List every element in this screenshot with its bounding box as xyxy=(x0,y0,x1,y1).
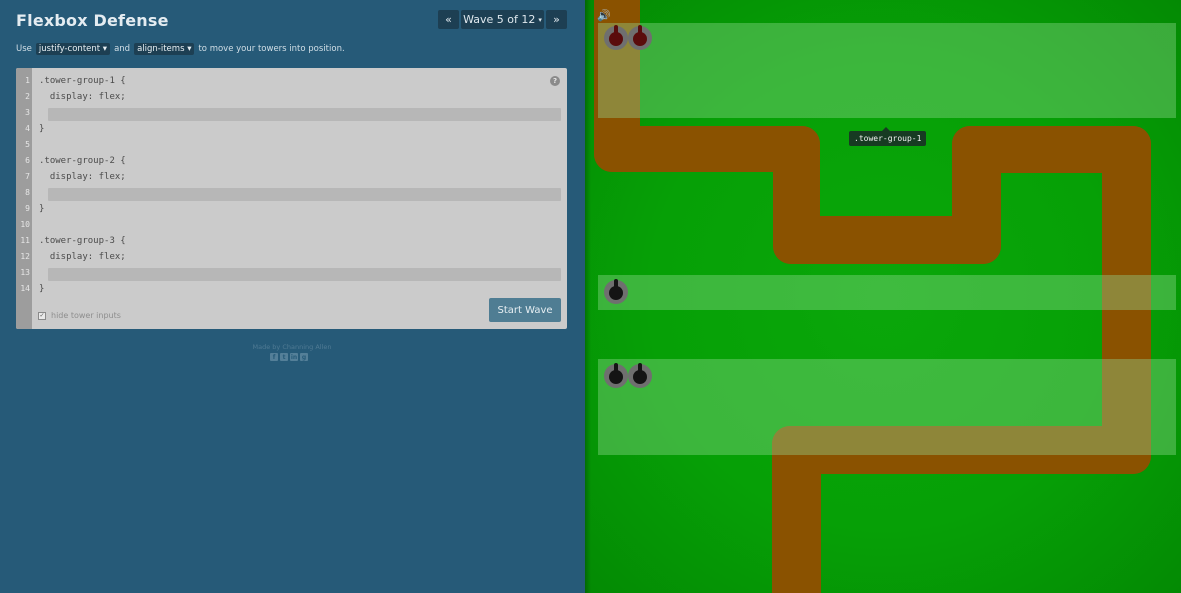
instructions-prefix: Use xyxy=(16,44,32,54)
wave-navigation: « Wave 5 of 12 ▾ » xyxy=(438,10,567,29)
start-wave-button[interactable]: Start Wave xyxy=(489,298,561,322)
previous-wave-button[interactable]: « xyxy=(438,10,459,29)
line-number: 8 xyxy=(25,188,30,197)
hide-tower-inputs-toggle[interactable]: ✓ hide tower inputs xyxy=(38,311,121,320)
game-board: 🔊 .tower-group-1 xyxy=(585,0,1181,593)
line-number: 10 xyxy=(20,220,30,229)
line-number: 6 xyxy=(25,156,30,165)
line-number: 1 xyxy=(25,76,30,85)
github-icon[interactable]: g xyxy=(300,353,308,361)
app-title: Flexbox Defense xyxy=(16,11,169,30)
tower xyxy=(628,363,652,388)
tower xyxy=(604,363,628,388)
tower-group-3-zone xyxy=(598,359,1176,455)
help-icon[interactable]: ? xyxy=(550,76,560,86)
instructions-middle: and xyxy=(114,44,131,54)
tower-group-2-zone xyxy=(598,275,1176,310)
tower-group-1-css-input[interactable] xyxy=(48,108,561,121)
code-line: } xyxy=(39,204,45,214)
align-items-dropdown[interactable]: align-items ▾ xyxy=(134,43,195,55)
code-line: .tower-group-1 { xyxy=(39,76,126,86)
code-line: display: flex; xyxy=(39,252,126,262)
line-number: 9 xyxy=(25,204,30,213)
code-line: display: flex; xyxy=(39,172,126,182)
line-number: 13 xyxy=(20,268,30,277)
code-panel: Flexbox Defense « Wave 5 of 12 ▾ » Use j… xyxy=(0,0,585,593)
line-number-gutter: 1 2 3 4 5 6 7 8 9 10 11 12 13 14 xyxy=(16,68,32,329)
board-edge-shadow xyxy=(585,0,591,593)
tower-group-1-zone xyxy=(598,23,1176,118)
social-links: f t in g xyxy=(270,353,308,361)
credit-text: Made by Channing Allen xyxy=(252,343,332,351)
hide-inputs-checkbox[interactable]: ✓ xyxy=(38,311,46,320)
line-number: 4 xyxy=(25,124,30,133)
line-number: 5 xyxy=(25,140,30,149)
code-line: } xyxy=(39,124,45,134)
justify-content-dropdown[interactable]: justify-content ▾ xyxy=(35,43,111,55)
next-wave-button[interactable]: » xyxy=(546,10,567,29)
code-line: display: flex; xyxy=(39,92,126,102)
tower xyxy=(604,25,628,50)
code-line: } xyxy=(39,284,45,294)
tower-group-tooltip: .tower-group-1 xyxy=(849,127,927,146)
wave-select-button[interactable]: Wave 5 of 12 ▾ xyxy=(461,10,544,29)
line-number: 2 xyxy=(25,92,30,101)
css-editor: 1 2 3 4 5 6 7 8 9 10 11 12 13 14 .tower-… xyxy=(16,68,567,329)
line-number: 7 xyxy=(25,172,30,181)
wave-label: Wave 5 of 12 xyxy=(463,13,536,26)
line-number: 11 xyxy=(20,236,30,245)
sound-icon[interactable]: 🔊 xyxy=(597,9,611,22)
facebook-icon[interactable]: f xyxy=(270,353,278,361)
hide-inputs-label: hide tower inputs xyxy=(51,311,121,320)
code-line: .tower-group-2 { xyxy=(39,156,126,166)
code-line: .tower-group-3 { xyxy=(39,236,126,246)
line-number: 12 xyxy=(20,252,30,261)
linkedin-icon[interactable]: in xyxy=(290,353,298,361)
tower xyxy=(628,25,652,50)
tower xyxy=(604,279,628,304)
tower-group-2-css-input[interactable] xyxy=(48,188,561,201)
line-number: 14 xyxy=(20,284,30,293)
chevron-down-icon: ▾ xyxy=(538,15,542,24)
line-number: 3 xyxy=(25,108,30,117)
tower-group-3-css-input[interactable] xyxy=(48,268,561,281)
twitter-icon[interactable]: t xyxy=(280,353,288,361)
instructions: Use justify-content ▾ and align-items ▾ … xyxy=(16,43,345,55)
instructions-suffix: to move your towers into position. xyxy=(198,44,345,54)
